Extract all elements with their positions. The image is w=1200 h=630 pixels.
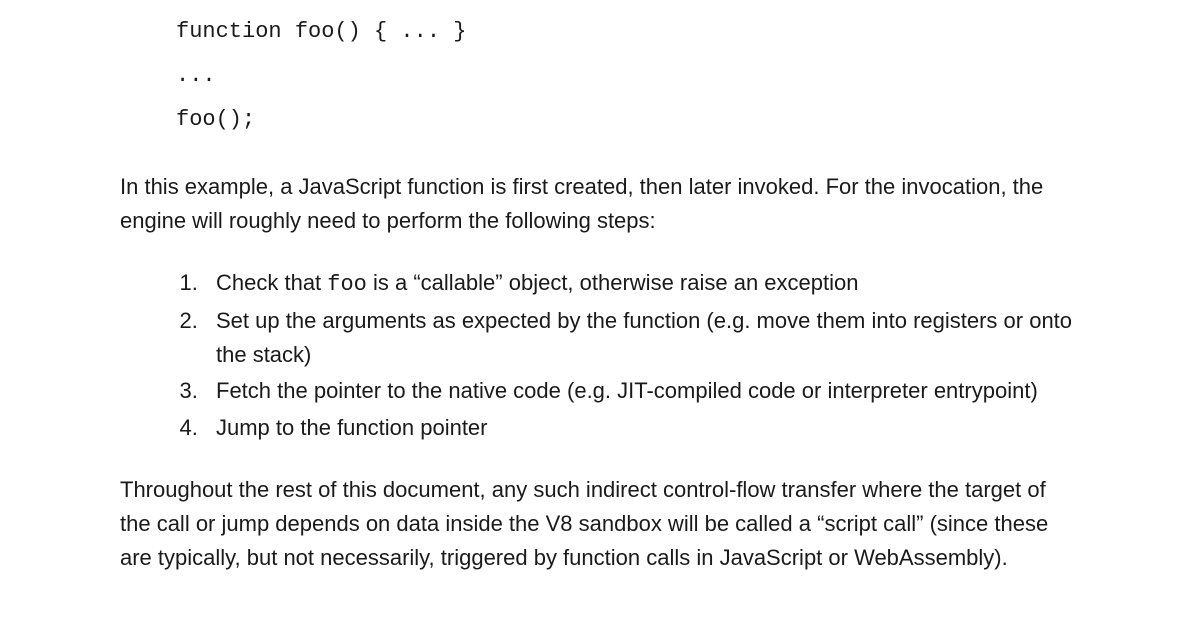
list-item: Jump to the function pointer xyxy=(204,411,1080,445)
code-block: function foo() { ... } ... foo(); xyxy=(176,10,1080,142)
code-line: ... xyxy=(176,63,216,88)
list-item: Set up the arguments as expected by the … xyxy=(204,304,1080,372)
code-line: function foo() { ... } xyxy=(176,19,466,44)
steps-list: Check that foo is a “callable” object, o… xyxy=(120,266,1080,444)
paragraph-intro: In this example, a JavaScript function i… xyxy=(120,170,1080,238)
step-text: is a “callable” object, otherwise raise … xyxy=(367,270,859,295)
paragraph-outro: Throughout the rest of this document, an… xyxy=(120,473,1080,575)
list-item: Fetch the pointer to the native code (e.… xyxy=(204,374,1080,408)
document-page: function foo() { ... } ... foo(); In thi… xyxy=(0,0,1200,575)
step-text: Check that xyxy=(216,270,327,295)
code-line: foo(); xyxy=(176,107,255,132)
list-item: Check that foo is a “callable” object, o… xyxy=(204,266,1080,302)
inline-code: foo xyxy=(327,272,367,297)
